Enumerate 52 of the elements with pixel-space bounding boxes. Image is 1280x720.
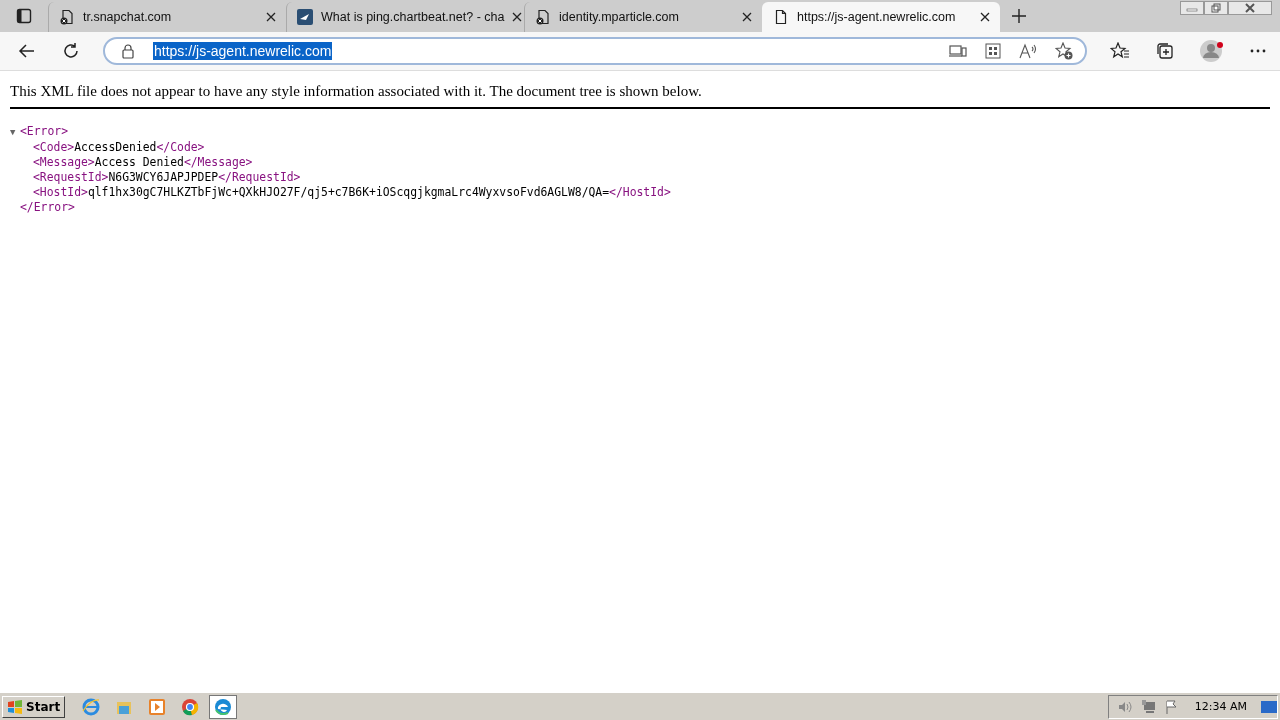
browser-tab[interactable]: https://js-agent.newrelic.com (762, 2, 1000, 32)
play-icon (148, 697, 167, 716)
xml-tag: </Code> (156, 140, 205, 154)
restore-icon[interactable] (1204, 1, 1228, 15)
new-tab-icon[interactable] (1012, 9, 1026, 23)
xml-tag: <Message> (33, 155, 95, 169)
back-icon[interactable] (18, 42, 36, 60)
page-icon (773, 9, 789, 25)
windows-logo-icon (7, 699, 23, 714)
document-icon (59, 9, 75, 25)
clock: 12:34 AM (1194, 700, 1247, 713)
xml-value: N6G3WCY6JAPJPDEP (108, 170, 219, 184)
lock-icon (121, 43, 135, 59)
chrome-icon (181, 697, 200, 716)
read-aloud-icon[interactable] (1019, 43, 1037, 59)
tab-actions-icon[interactable] (16, 8, 32, 24)
close-icon[interactable] (1228, 1, 1272, 15)
xml-notice: This XML file does not appear to have any style information associated with it. The document tree is shown below. (10, 83, 1270, 109)
globe-e-icon (82, 697, 101, 716)
refresh-icon[interactable] (62, 42, 80, 60)
xml-tag: </Error> (20, 200, 75, 214)
xml-tag: <Error> (20, 124, 68, 138)
start-button[interactable]: Start (2, 695, 66, 718)
collections-icon[interactable] (1156, 42, 1174, 60)
add-favorite-icon[interactable] (1055, 42, 1073, 60)
xml-tag: <Code> (33, 140, 75, 154)
close-icon[interactable] (742, 12, 752, 22)
address-bar[interactable]: https://js-agent.newrelic.com (103, 37, 1087, 65)
site-logo-icon (297, 9, 313, 25)
more-icon[interactable] (1250, 49, 1266, 53)
xml-value: AccessDenied (74, 140, 157, 154)
show-desktop-icon[interactable] (1261, 700, 1277, 713)
url-text: https://js-agent.newrelic.com (153, 42, 333, 60)
profile-avatar-icon[interactable] (1200, 39, 1224, 63)
xml-tag: <HostId> (33, 185, 88, 199)
xml-value: Access Denied (94, 155, 184, 169)
close-icon[interactable] (266, 12, 276, 22)
xml-tag: </HostId> (609, 185, 671, 199)
xml-tag: </Message> (183, 155, 253, 169)
xml-tag: </RequestId> (218, 170, 301, 184)
xml-tag: <RequestId> (33, 170, 109, 184)
apps-grid-icon[interactable] (985, 43, 1001, 59)
devices-icon[interactable] (949, 44, 967, 58)
xml-value: qlf1hx30gC7HLKZTbFjWc+QXkHJO27F/qj5+c7B6K+iOScqgjkgmaLrc4WyxvsoFvd6AGLW8/QA= (87, 185, 610, 199)
network-icon[interactable] (1140, 699, 1157, 714)
close-icon[interactable] (512, 12, 523, 22)
collapse-toggle[interactable]: ▼ (10, 125, 20, 140)
document-icon (535, 9, 551, 25)
favorites-icon[interactable] (1110, 42, 1130, 60)
edge-icon (214, 697, 233, 716)
close-icon[interactable] (980, 12, 990, 22)
taskbar-app[interactable] (209, 694, 238, 719)
